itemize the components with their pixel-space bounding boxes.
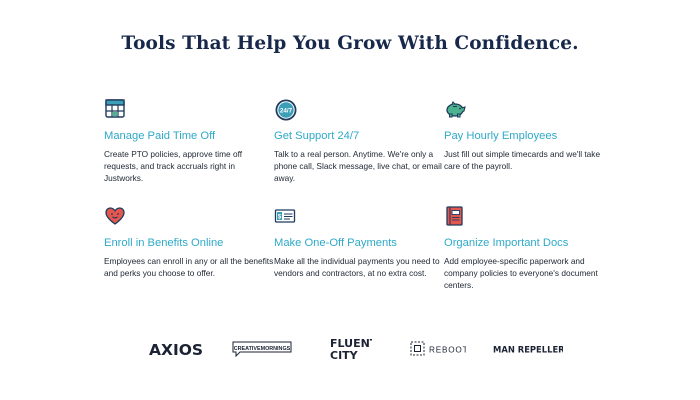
document-book-icon [444,205,466,227]
axios-logo: AXIOS [149,339,209,361]
feature-description: Employees can enroll in any or all the b… [104,256,274,279]
support-icon-label: 24/7 [280,107,293,114]
calendar-icon [104,98,126,120]
svg-text:REBOOT: REBOOT [429,346,466,355]
support-24-7-icon: 24/7 [274,98,297,121]
feature-title: Pay Hourly Employees [444,130,558,142]
check-payment-icon: $ [274,205,296,227]
feature-title: Manage Paid Time Off [104,130,216,142]
man-repeller-logo: MAN REPELLER [493,342,563,356]
svg-text:MAN REPELLER: MAN REPELLER [493,345,563,355]
feature-description: Just fill out simple timecards and we'll… [444,149,601,172]
svg-text:CITY: CITY [330,349,359,362]
reboot-mark-icon [410,341,425,356]
feature-title: Get Support 24/7 [274,130,360,142]
feature-title: Organize Important Docs [444,237,569,249]
reboot-logo: REBOOT [410,341,466,357]
feature-description: Make all the individual payments you nee… [274,256,440,279]
creativemornings-logo: CREATIVEMORNINGS [232,341,292,357]
feature-description: Create PTO policies, approve time off re… [104,149,243,184]
feature-description: Talk to a real person. Anytime. We're on… [274,149,442,184]
feature-title: Make One-Off Payments [274,237,397,249]
feature-description: Add employee-specific paperwork and comp… [444,256,598,291]
page-title: Tools That Help You Grow With Confidence… [121,33,579,54]
heart-icon [104,205,126,227]
feature-title: Enroll in Benefits Online [104,237,224,249]
svg-text:CREATIVEMORNINGS: CREATIVEMORNINGS [234,346,291,352]
fluent-city-logo: FLUENT CITY [330,336,372,362]
piggy-bank-icon [444,98,466,120]
svg-text:AXIOS: AXIOS [149,341,203,359]
